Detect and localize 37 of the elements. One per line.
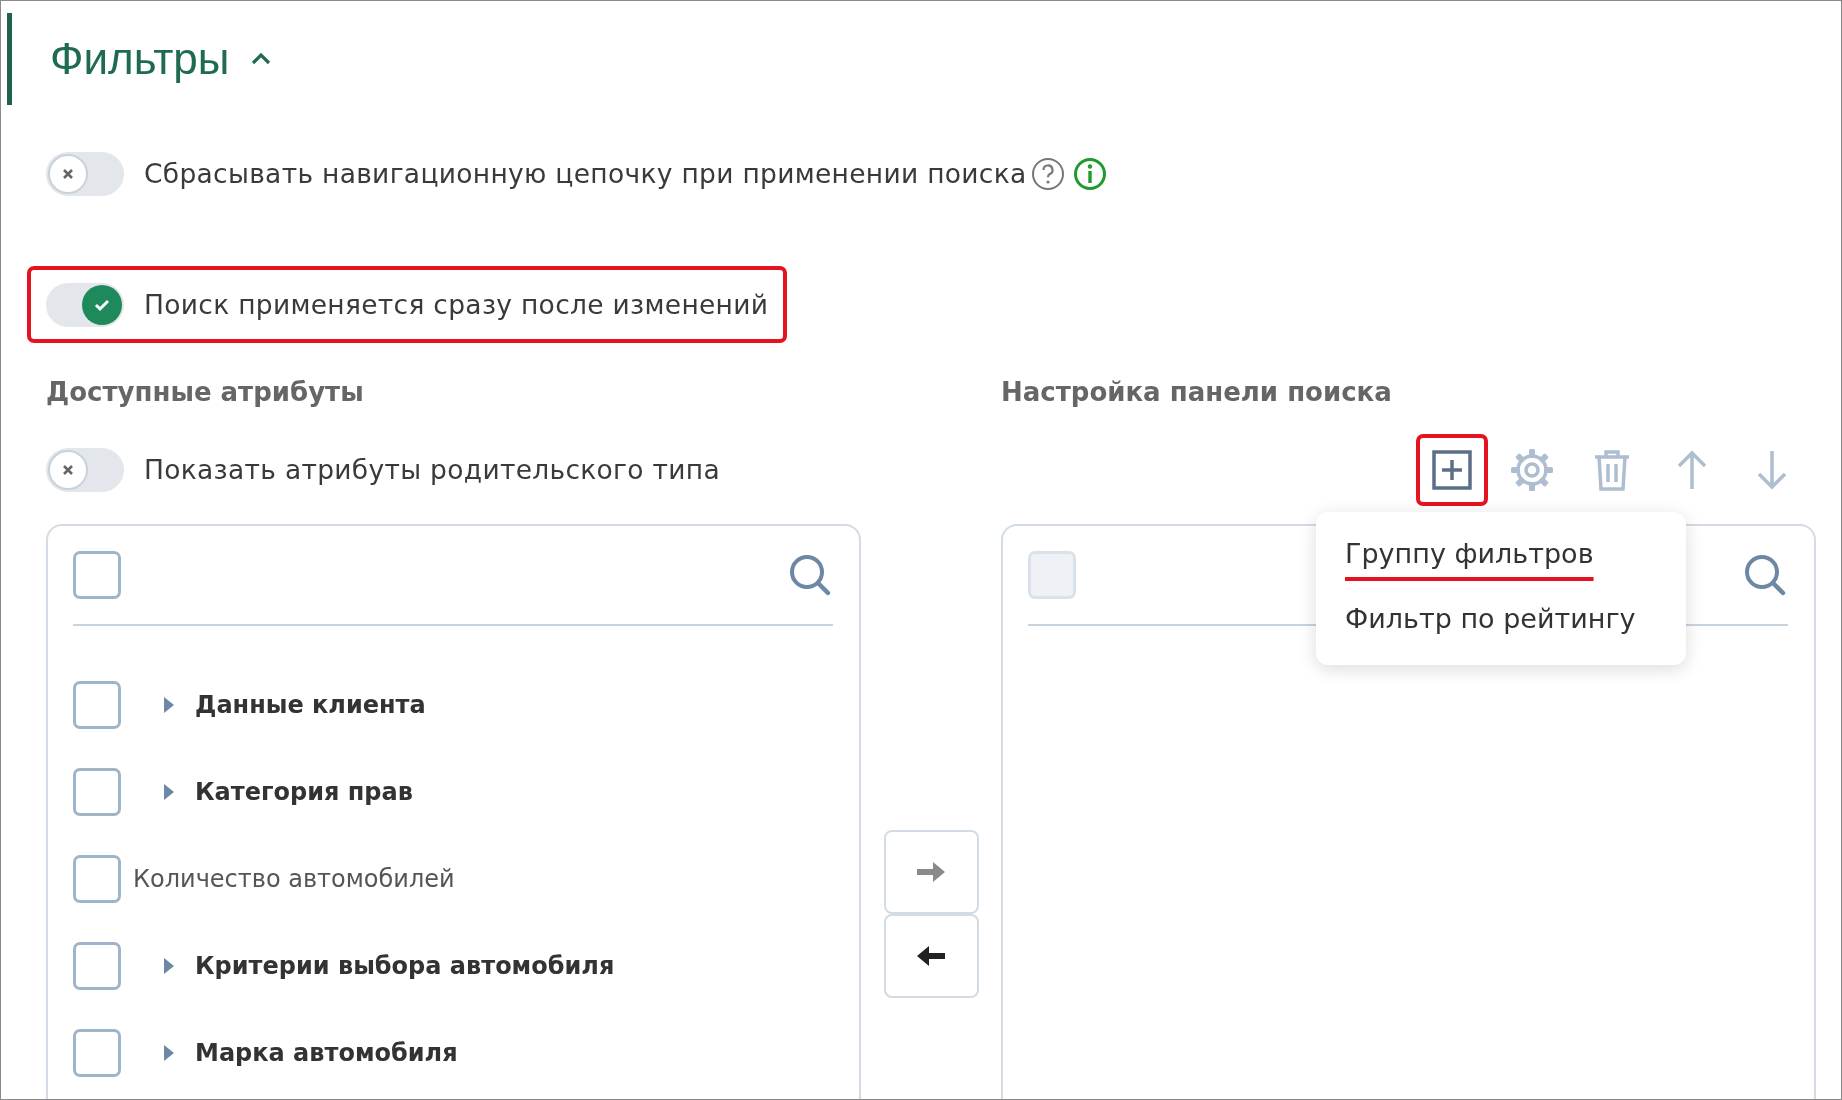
toggle-label: Показать атрибуты родительского типа [144, 453, 720, 488]
tree-item-label[interactable]: Категория прав [195, 773, 413, 810]
toggle-switch[interactable] [46, 152, 124, 196]
add-button[interactable] [1416, 434, 1488, 506]
checkbox[interactable] [73, 551, 121, 599]
tree-item-label[interactable]: Марка автомобиля [195, 1034, 458, 1071]
menu-item[interactable]: Группу фильтров [1316, 524, 1623, 589]
help-icon[interactable] [1030, 157, 1065, 191]
toggle-label: Сбрасывать навигационную цепочку при применении поиска [144, 157, 1027, 192]
expand-caret-icon[interactable] [163, 1043, 175, 1062]
move-left-button[interactable] [883, 914, 979, 998]
tree-item-label[interactable]: Данные клиента [195, 686, 426, 723]
search-icon[interactable] [1742, 552, 1788, 598]
add-icon [1429, 447, 1475, 493]
menu-item[interactable]: Фильтр по рейтингу [1316, 588, 1665, 653]
search-icon[interactable] [787, 552, 833, 598]
toggle-label: Поиск применяется сразу после изменений [144, 287, 769, 322]
check-icon [94, 297, 110, 312]
toggle-switch[interactable] [46, 282, 124, 327]
checkbox[interactable] [73, 767, 121, 816]
expand-caret-icon[interactable] [163, 695, 175, 714]
section-title: Фильтры [50, 33, 230, 85]
tree-item-label[interactable]: Количество автомобилей [133, 860, 455, 897]
settings-icon [1509, 447, 1555, 493]
checkbox[interactable] [73, 680, 121, 729]
expand-caret-icon[interactable] [163, 782, 175, 801]
checkbox[interactable] [73, 854, 121, 903]
section-heading: Настройка панели поиска [1001, 376, 1393, 409]
info-icon[interactable] [1072, 157, 1107, 191]
toggle-switch[interactable] [46, 448, 124, 492]
cross-icon [62, 168, 74, 180]
checkbox[interactable] [73, 941, 121, 990]
cross-icon [62, 464, 74, 476]
tree-item-label[interactable]: Критерии выбора автомобиля [195, 947, 615, 984]
expand-caret-icon[interactable] [163, 956, 175, 975]
checkbox[interactable] [73, 1028, 121, 1077]
section-heading: Доступные атрибуты [46, 376, 365, 409]
